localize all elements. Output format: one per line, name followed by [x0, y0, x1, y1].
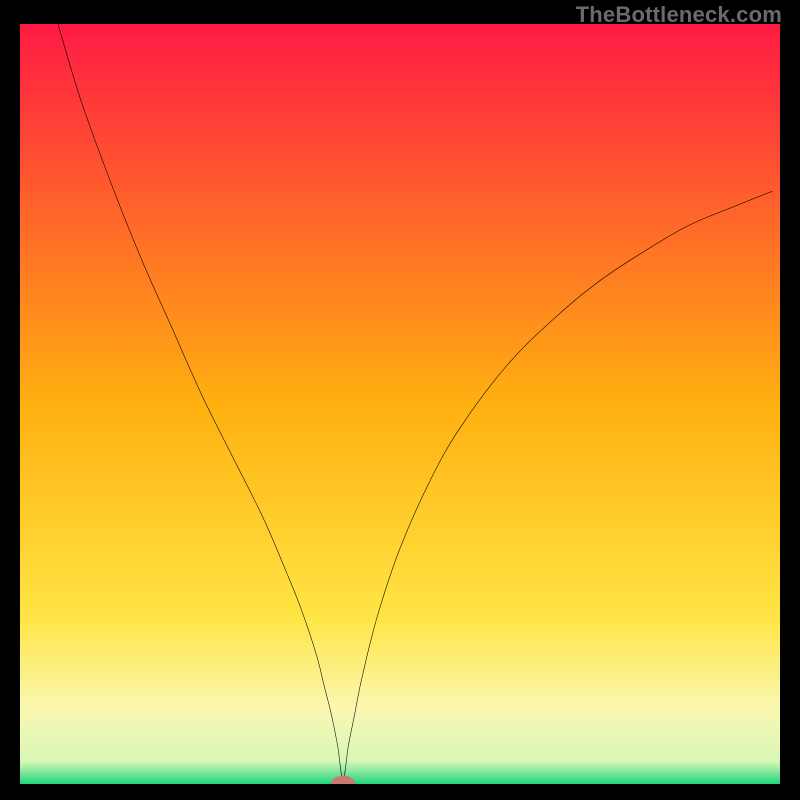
gradient-background	[20, 24, 780, 784]
chart-plot	[20, 24, 780, 784]
chart-canvas: TheBottleneck.com	[0, 0, 800, 800]
